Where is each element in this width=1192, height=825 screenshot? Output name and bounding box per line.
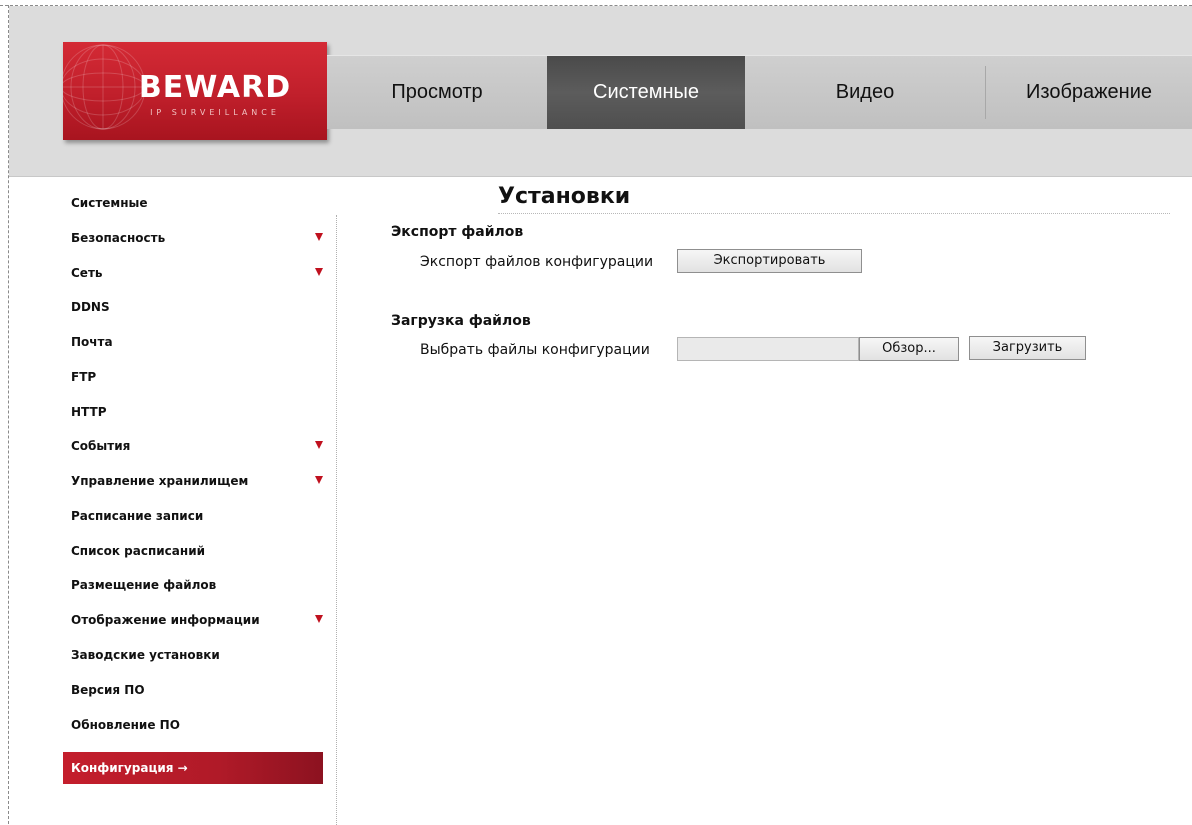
- sidebar-item-security[interactable]: Безопасность: [63, 221, 323, 251]
- sidebar-item-network[interactable]: Сеть: [63, 256, 323, 286]
- sidebar-item-label: Версия ПО: [71, 683, 145, 697]
- sidebar-item-firmware-version[interactable]: Версия ПО: [63, 673, 323, 703]
- tab-view[interactable]: Просмотр: [327, 56, 547, 129]
- export-button[interactable]: Экспортировать: [677, 249, 862, 273]
- logo-brand-text: BEWARD: [138, 70, 292, 105]
- expand-arrow-icon: [315, 268, 323, 276]
- config-file-input[interactable]: [677, 337, 859, 361]
- sidebar-item-label: Безопасность: [71, 231, 166, 245]
- sidebar-item-events[interactable]: События: [63, 429, 323, 459]
- sidebar-item-label: Обновление ПО: [71, 718, 180, 732]
- sidebar-item-label: Список расписаний: [71, 544, 206, 558]
- sidebar-item-system[interactable]: Системные: [63, 186, 323, 216]
- export-config-label: Экспорт файлов конфигурации: [420, 254, 654, 270]
- sidebar-divider: [336, 215, 337, 825]
- sidebar-item-file-location[interactable]: Размещение файлов: [63, 568, 323, 598]
- sidebar-item-label: Отображение информации: [71, 613, 260, 627]
- sidebar-item-mail[interactable]: Почта: [63, 325, 323, 355]
- expand-arrow-icon: [315, 441, 323, 449]
- sidebar-item-http[interactable]: HTTP: [63, 395, 323, 425]
- expand-arrow-icon: [315, 615, 323, 623]
- sidebar-item-label: Заводские установки: [71, 648, 220, 662]
- sidebar-item-label: DDNS: [71, 300, 110, 314]
- tab-video[interactable]: Видео: [745, 56, 985, 129]
- sidebar-item-schedule-list[interactable]: Список расписаний: [63, 534, 323, 564]
- sidebar-item-label: События: [71, 439, 131, 453]
- upload-button[interactable]: Загрузить: [969, 336, 1086, 360]
- sidebar-item-factory-defaults[interactable]: Заводские установки: [63, 638, 323, 668]
- sidebar-item-label: Сеть: [71, 266, 103, 280]
- page-frame-left: [8, 5, 9, 824]
- sidebar-item-info-display[interactable]: Отображение информации: [63, 603, 323, 633]
- sidebar-item-ftp[interactable]: FTP: [63, 360, 323, 390]
- sidebar-item-configuration[interactable]: Конфигурация →: [63, 752, 323, 784]
- tab-system[interactable]: Системные: [547, 56, 745, 129]
- browse-button[interactable]: Обзор...: [859, 337, 959, 361]
- select-config-label: Выбрать файлы конфигурации: [420, 342, 650, 358]
- sidebar-item-firmware-update[interactable]: Обновление ПО: [63, 708, 323, 738]
- sidebar-item-ddns[interactable]: DDNS: [63, 290, 323, 320]
- tab-image[interactable]: Изображение: [986, 56, 1192, 129]
- logo-tagline: IP SURVEILLANCE: [150, 108, 280, 117]
- sidebar-item-label: Управление хранилищем: [71, 474, 249, 488]
- upload-section-heading: Загрузка файлов: [391, 313, 531, 329]
- expand-arrow-icon: [315, 476, 323, 484]
- title-divider: [498, 213, 1170, 214]
- sidebar-item-label: Системные: [71, 196, 148, 210]
- page-title: Установки: [498, 184, 631, 209]
- sidebar-item-label: FTP: [71, 370, 97, 384]
- sidebar-item-storage[interactable]: Управление хранилищем: [63, 464, 323, 494]
- sidebar-item-label: Конфигурация →: [71, 761, 188, 775]
- beward-logo: BEWARD IP SURVEILLANCE: [63, 42, 327, 140]
- top-navigation: Просмотр Системные Видео Изображение: [327, 55, 1192, 129]
- sidebar-item-label: Размещение файлов: [71, 578, 217, 592]
- sidebar-item-record-schedule[interactable]: Расписание записи: [63, 499, 323, 529]
- export-section-heading: Экспорт файлов: [391, 224, 524, 240]
- sidebar-item-label: Расписание записи: [71, 509, 204, 523]
- sidebar-item-label: HTTP: [71, 405, 107, 419]
- expand-arrow-icon: [315, 233, 323, 241]
- sidebar-item-label: Почта: [71, 335, 113, 349]
